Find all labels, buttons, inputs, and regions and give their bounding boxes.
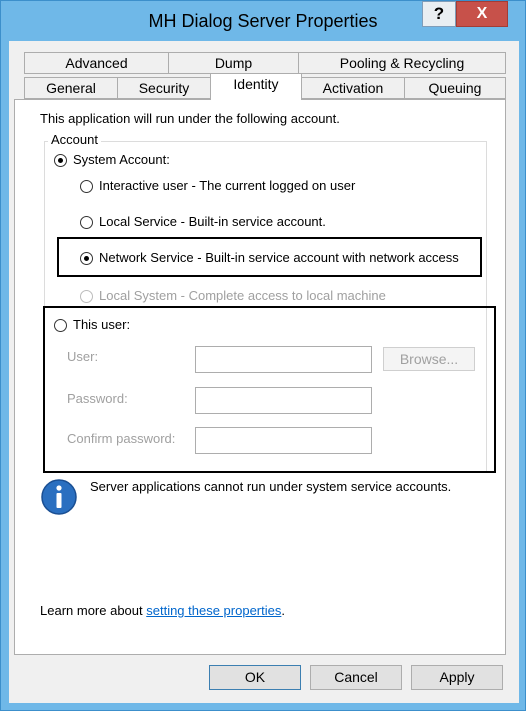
help-button[interactable]: ? [422,1,456,27]
learn-more-suffix: . [281,603,285,618]
tab-queuing[interactable]: Queuing [404,77,506,99]
system-account-label: System Account: [73,152,170,167]
local-service-radio[interactable] [80,216,93,229]
intro-text: This application will run under the foll… [40,111,340,126]
tab-advanced[interactable]: Advanced [24,52,169,74]
apply-button[interactable]: Apply [411,665,503,690]
system-account-radio[interactable] [54,154,67,167]
confirm-password-field-label: Confirm password: [67,431,176,446]
close-button[interactable]: X [456,1,508,27]
this-user-radio[interactable] [54,319,67,332]
tab-security[interactable]: Security [117,77,211,99]
user-input[interactable] [195,346,372,373]
browse-button[interactable]: Browse... [383,347,475,371]
password-field-label: Password: [67,391,128,406]
password-input[interactable] [195,387,372,414]
local-service-label: Local Service - Built-in service account… [99,214,326,229]
tab-pooling-recycling[interactable]: Pooling & Recycling [298,52,506,74]
learn-more-line: Learn more about setting these propertie… [40,603,285,618]
local-system-radio [80,290,93,303]
tab-identity[interactable]: Identity [210,73,302,100]
local-system-label: Local System - Complete access to local … [99,288,386,303]
learn-more-prefix: Learn more about [40,603,147,618]
ok-button[interactable]: OK [209,665,301,690]
cancel-button[interactable]: Cancel [310,665,402,690]
confirm-password-input[interactable] [195,427,372,454]
account-group-label: Account [48,132,101,147]
interactive-user-radio[interactable] [80,180,93,193]
network-service-label: Network Service - Built-in service accou… [99,250,459,265]
user-field-label: User: [67,349,99,364]
title-bar[interactable]: MH Dialog Server Properties ? X [1,1,525,41]
network-service-radio[interactable] [80,252,93,265]
info-icon [41,479,77,515]
setting-properties-link[interactable]: setting these properties [146,603,281,618]
tab-activation[interactable]: Activation [301,77,405,99]
interactive-user-label: Interactive user - The current logged on… [99,178,356,193]
info-text: Server applications cannot run under sys… [90,479,452,494]
tab-general[interactable]: General [24,77,118,99]
tab-dump[interactable]: Dump [168,52,299,74]
dialog-window: MH Dialog Server Properties ? X Advanced… [0,0,526,711]
this-user-label: This user: [73,317,131,332]
